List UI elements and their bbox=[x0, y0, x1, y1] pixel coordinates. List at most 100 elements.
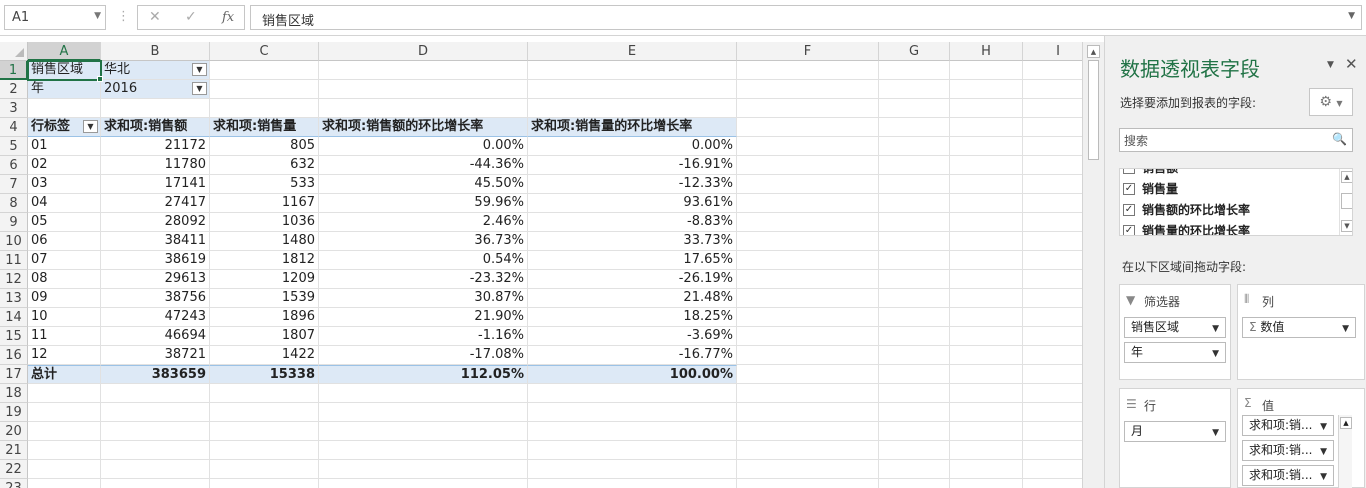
empty-cell[interactable] bbox=[1023, 270, 1082, 289]
pivot-value-cell[interactable]: -8.83% bbox=[528, 213, 737, 232]
empty-cell[interactable] bbox=[737, 194, 879, 213]
empty-cell[interactable] bbox=[879, 289, 950, 308]
empty-cell[interactable] bbox=[737, 270, 879, 289]
pivot-header-cell[interactable]: 求和项:销售额 bbox=[101, 118, 210, 137]
column-header-b[interactable]: B bbox=[101, 42, 210, 61]
pivot-value-cell[interactable]: -1.16% bbox=[319, 327, 528, 346]
select-all-icon[interactable] bbox=[15, 48, 24, 57]
field-list[interactable]: ✓ 销售量的环比增长率 ✓ 销售额的环比增长率 ✓ 销售量 ✓ 销售额 ▲ ▼ bbox=[1119, 168, 1353, 236]
pivot-header-cell[interactable]: 求和项:销售量 bbox=[210, 118, 319, 137]
empty-cell[interactable] bbox=[879, 270, 950, 289]
pivot-value-cell[interactable]: 805 bbox=[210, 137, 319, 156]
empty-cell[interactable] bbox=[737, 118, 879, 137]
row-header-2[interactable]: 2 bbox=[0, 80, 28, 99]
empty-cell[interactable] bbox=[1023, 384, 1082, 403]
row-header-16[interactable]: 16 bbox=[0, 346, 28, 365]
pivot-grand-total-cell[interactable]: 15338 bbox=[210, 365, 319, 384]
empty-cell[interactable] bbox=[879, 403, 950, 422]
filters-area[interactable]: ▼ 筛选器 销售区域 ▼ 年 ▼ bbox=[1119, 284, 1231, 380]
empty-cell[interactable] bbox=[879, 327, 950, 346]
empty-cell[interactable] bbox=[528, 403, 737, 422]
row-header-4[interactable]: 4 bbox=[0, 118, 28, 137]
chevron-down-icon[interactable]: ▼ bbox=[1212, 426, 1219, 441]
pivot-value-cell[interactable]: 1480 bbox=[210, 232, 319, 251]
pivot-value-cell[interactable]: 1209 bbox=[210, 270, 319, 289]
empty-cell[interactable] bbox=[1023, 460, 1082, 479]
empty-cell[interactable] bbox=[950, 194, 1023, 213]
empty-cell[interactable] bbox=[879, 99, 950, 118]
checkbox-icon[interactable]: ✓ bbox=[1123, 169, 1135, 174]
empty-cell[interactable] bbox=[879, 422, 950, 441]
pivot-row-label[interactable]: 12 bbox=[28, 346, 101, 365]
insert-function-icon[interactable]: fx bbox=[222, 10, 234, 25]
empty-cell[interactable] bbox=[1023, 479, 1082, 488]
empty-cell[interactable] bbox=[28, 460, 101, 479]
empty-cell[interactable] bbox=[950, 308, 1023, 327]
empty-cell[interactable] bbox=[879, 251, 950, 270]
empty-cell[interactable] bbox=[737, 80, 879, 99]
empty-cell[interactable] bbox=[28, 441, 101, 460]
column-field-values[interactable]: Σ 数值 ▼ bbox=[1242, 317, 1356, 338]
name-box-dropdown-icon[interactable]: ▼ bbox=[94, 11, 101, 21]
pivot-value-cell[interactable]: 27417 bbox=[101, 194, 210, 213]
worksheet-grid[interactable]: A B C D E F G H I 1 2 3 4 5 6 7 8 9 10 11 12 13 14 15 16 17 18 19 20… bbox=[0, 42, 1082, 488]
empty-cell[interactable] bbox=[319, 80, 528, 99]
pivot-value-cell[interactable]: 21.90% bbox=[319, 308, 528, 327]
pivot-value-cell[interactable]: -17.08% bbox=[319, 346, 528, 365]
empty-cell[interactable] bbox=[528, 384, 737, 403]
empty-cell[interactable] bbox=[737, 232, 879, 251]
empty-cell[interactable] bbox=[1023, 137, 1082, 156]
empty-cell[interactable] bbox=[319, 61, 528, 80]
field-list-item[interactable]: ✓ 销售量的环比增长率 bbox=[1120, 221, 1335, 235]
pivot-value-cell[interactable]: 1036 bbox=[210, 213, 319, 232]
filter-field-region[interactable]: 销售区域 ▼ bbox=[1124, 317, 1226, 338]
empty-cell[interactable] bbox=[950, 346, 1023, 365]
empty-cell[interactable] bbox=[879, 460, 950, 479]
columns-area[interactable]: ⦀ 列 Σ 数值 ▼ bbox=[1237, 284, 1365, 380]
pivot-value-cell[interactable]: 1539 bbox=[210, 289, 319, 308]
checkbox-icon[interactable]: ✓ bbox=[1123, 204, 1135, 216]
pivot-value-cell[interactable]: 38756 bbox=[101, 289, 210, 308]
empty-cell[interactable] bbox=[737, 384, 879, 403]
pivot-value-cell[interactable]: -16.91% bbox=[528, 156, 737, 175]
empty-cell[interactable] bbox=[737, 99, 879, 118]
empty-cell[interactable] bbox=[737, 175, 879, 194]
pivot-header-cell[interactable]: 求和项:销售量的环比增长率 bbox=[528, 118, 737, 137]
row-header-7[interactable]: 7 bbox=[0, 175, 28, 194]
pivot-value-cell[interactable]: 33.73% bbox=[528, 232, 737, 251]
empty-cell[interactable] bbox=[737, 403, 879, 422]
column-header-i[interactable]: I bbox=[1023, 42, 1082, 61]
row-header-5[interactable]: 5 bbox=[0, 137, 28, 156]
empty-cell[interactable] bbox=[1023, 422, 1082, 441]
empty-cell[interactable] bbox=[319, 460, 528, 479]
empty-cell[interactable] bbox=[879, 213, 950, 232]
empty-cell[interactable] bbox=[950, 213, 1023, 232]
empty-cell[interactable] bbox=[1023, 232, 1082, 251]
vertical-scrollbar[interactable]: ▲ bbox=[1082, 42, 1104, 488]
pivot-row-label[interactable]: 01 bbox=[28, 137, 101, 156]
pivot-row-label[interactable]: 11 bbox=[28, 327, 101, 346]
close-pane-icon[interactable]: ✕ bbox=[1345, 55, 1358, 73]
pivot-value-cell[interactable]: -44.36% bbox=[319, 156, 528, 175]
field-list-item[interactable]: ✓ 销售量 bbox=[1120, 179, 1335, 200]
empty-cell[interactable] bbox=[950, 384, 1023, 403]
empty-cell[interactable] bbox=[950, 156, 1023, 175]
filter-dropdown-icon[interactable]: ▼ bbox=[192, 63, 207, 76]
pivot-row-label[interactable]: 06 bbox=[28, 232, 101, 251]
enter-icon[interactable]: ✓ bbox=[185, 9, 197, 25]
field-list-scrollbar[interactable]: ▲ ▼ bbox=[1339, 169, 1352, 235]
pivot-value-cell[interactable]: 11780 bbox=[101, 156, 210, 175]
pivot-value-cell[interactable]: 47243 bbox=[101, 308, 210, 327]
pivot-value-cell[interactable]: 28092 bbox=[101, 213, 210, 232]
empty-cell[interactable] bbox=[210, 479, 319, 488]
pivot-value-cell[interactable]: 38619 bbox=[101, 251, 210, 270]
column-header-e[interactable]: E bbox=[528, 42, 737, 61]
empty-cell[interactable] bbox=[879, 384, 950, 403]
empty-cell[interactable] bbox=[101, 403, 210, 422]
empty-cell[interactable] bbox=[950, 327, 1023, 346]
empty-cell[interactable] bbox=[1023, 61, 1082, 80]
empty-cell[interactable] bbox=[528, 422, 737, 441]
row-header-17[interactable]: 17 bbox=[0, 365, 28, 384]
pivot-value-cell[interactable]: 1807 bbox=[210, 327, 319, 346]
row-header-23[interactable]: 23 bbox=[0, 479, 28, 488]
